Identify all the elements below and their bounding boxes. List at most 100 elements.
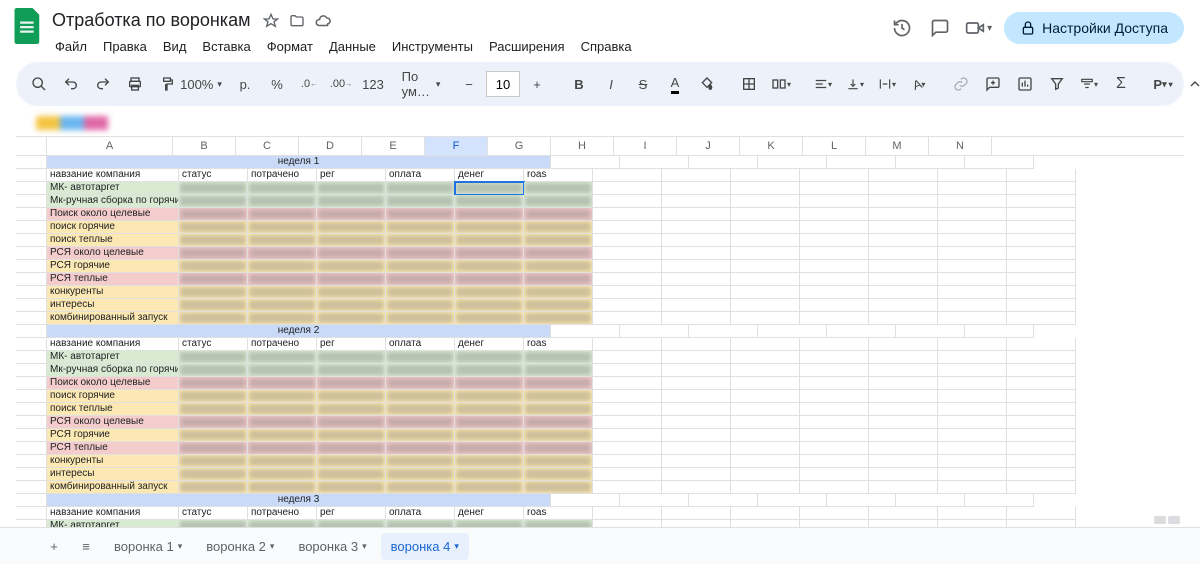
cell[interactable] — [662, 507, 731, 520]
cell[interactable] — [386, 364, 455, 377]
cell[interactable] — [248, 403, 317, 416]
cell[interactable] — [455, 442, 524, 455]
cell[interactable] — [593, 182, 662, 195]
col-header-G[interactable]: G — [488, 137, 551, 155]
cell[interactable]: интересы — [47, 468, 179, 481]
cell[interactable]: Мк-ручная сборка по горячим — [47, 364, 179, 377]
cell[interactable] — [455, 403, 524, 416]
cell[interactable] — [1007, 455, 1076, 468]
cell[interactable] — [248, 442, 317, 455]
horizontal-scroll[interactable] — [1154, 516, 1184, 526]
cell[interactable] — [455, 208, 524, 221]
cell[interactable] — [1007, 286, 1076, 299]
cell[interactable] — [593, 351, 662, 364]
cell[interactable] — [386, 468, 455, 481]
cell[interactable] — [386, 273, 455, 286]
comments-icon[interactable] — [927, 15, 953, 41]
cell[interactable] — [317, 390, 386, 403]
cell[interactable] — [869, 377, 938, 390]
move-folder-icon[interactable] — [288, 12, 306, 30]
cell[interactable]: РСЯ горячие — [47, 260, 179, 273]
cell[interactable] — [179, 442, 248, 455]
cell[interactable] — [593, 403, 662, 416]
cell[interactable] — [386, 234, 455, 247]
cell[interactable] — [800, 390, 869, 403]
cell[interactable] — [317, 221, 386, 234]
cell[interactable] — [662, 364, 731, 377]
cell[interactable] — [317, 416, 386, 429]
cell[interactable] — [386, 455, 455, 468]
cell[interactable]: рег — [317, 169, 386, 182]
col-header-B[interactable]: B — [173, 137, 236, 155]
cell[interactable]: РСЯ около целевые — [47, 247, 179, 260]
cell[interactable] — [317, 351, 386, 364]
cell[interactable] — [938, 364, 1007, 377]
cell[interactable] — [1007, 338, 1076, 351]
cell[interactable] — [1007, 208, 1076, 221]
cell[interactable] — [662, 260, 731, 273]
cell[interactable] — [869, 390, 938, 403]
cell[interactable] — [731, 481, 800, 494]
week-header[interactable]: неделя 1 — [47, 156, 551, 169]
undo-icon[interactable] — [56, 71, 86, 97]
cell[interactable] — [1007, 507, 1076, 520]
cell[interactable] — [800, 403, 869, 416]
cell[interactable] — [1007, 260, 1076, 273]
cell[interactable] — [248, 195, 317, 208]
cell[interactable] — [662, 455, 731, 468]
cell[interactable] — [938, 169, 1007, 182]
functions-icon[interactable]: Σ — [1106, 71, 1136, 97]
cell[interactable] — [524, 273, 593, 286]
cell[interactable] — [248, 208, 317, 221]
cell[interactable] — [317, 182, 386, 195]
cell[interactable] — [938, 442, 1007, 455]
cell[interactable] — [1007, 429, 1076, 442]
power-filter-button[interactable]: P▾▾ — [1148, 71, 1178, 97]
cell[interactable]: конкуренты — [47, 286, 179, 299]
cell[interactable] — [662, 481, 731, 494]
cell[interactable] — [179, 260, 248, 273]
italic-button[interactable]: I — [596, 71, 626, 97]
cell[interactable] — [1007, 312, 1076, 325]
cell[interactable] — [179, 247, 248, 260]
cell[interactable] — [455, 468, 524, 481]
cell[interactable] — [662, 468, 731, 481]
cell[interactable] — [317, 468, 386, 481]
cell[interactable] — [938, 273, 1007, 286]
cell[interactable]: roas — [524, 169, 593, 182]
print-icon[interactable] — [120, 71, 150, 97]
cell[interactable]: рег — [317, 338, 386, 351]
cell[interactable] — [662, 273, 731, 286]
cell[interactable] — [869, 468, 938, 481]
cell[interactable] — [938, 260, 1007, 273]
cell[interactable] — [731, 442, 800, 455]
cell[interactable] — [869, 429, 938, 442]
filter-icon[interactable] — [1042, 71, 1072, 97]
cell[interactable] — [662, 351, 731, 364]
col-header-K[interactable]: K — [740, 137, 803, 155]
menu-3[interactable]: Вставка — [195, 35, 257, 58]
cell[interactable] — [386, 403, 455, 416]
menu-8[interactable]: Справка — [574, 35, 639, 58]
cell[interactable] — [386, 429, 455, 442]
cell[interactable] — [662, 312, 731, 325]
cell[interactable]: оплата — [386, 338, 455, 351]
cell[interactable] — [386, 312, 455, 325]
cell[interactable] — [317, 208, 386, 221]
cell[interactable] — [938, 234, 1007, 247]
cell[interactable] — [593, 312, 662, 325]
cell[interactable]: поиск горячие — [47, 221, 179, 234]
borders-button[interactable] — [734, 71, 764, 97]
cell[interactable] — [869, 273, 938, 286]
cell[interactable] — [662, 390, 731, 403]
halign-button[interactable]: ▾ — [808, 71, 838, 97]
cell[interactable] — [938, 338, 1007, 351]
cell[interactable] — [248, 390, 317, 403]
cell[interactable] — [938, 429, 1007, 442]
cell[interactable] — [524, 247, 593, 260]
cell[interactable] — [869, 507, 938, 520]
cell[interactable] — [800, 507, 869, 520]
cell[interactable] — [800, 221, 869, 234]
cell[interactable] — [869, 455, 938, 468]
cell[interactable] — [800, 442, 869, 455]
